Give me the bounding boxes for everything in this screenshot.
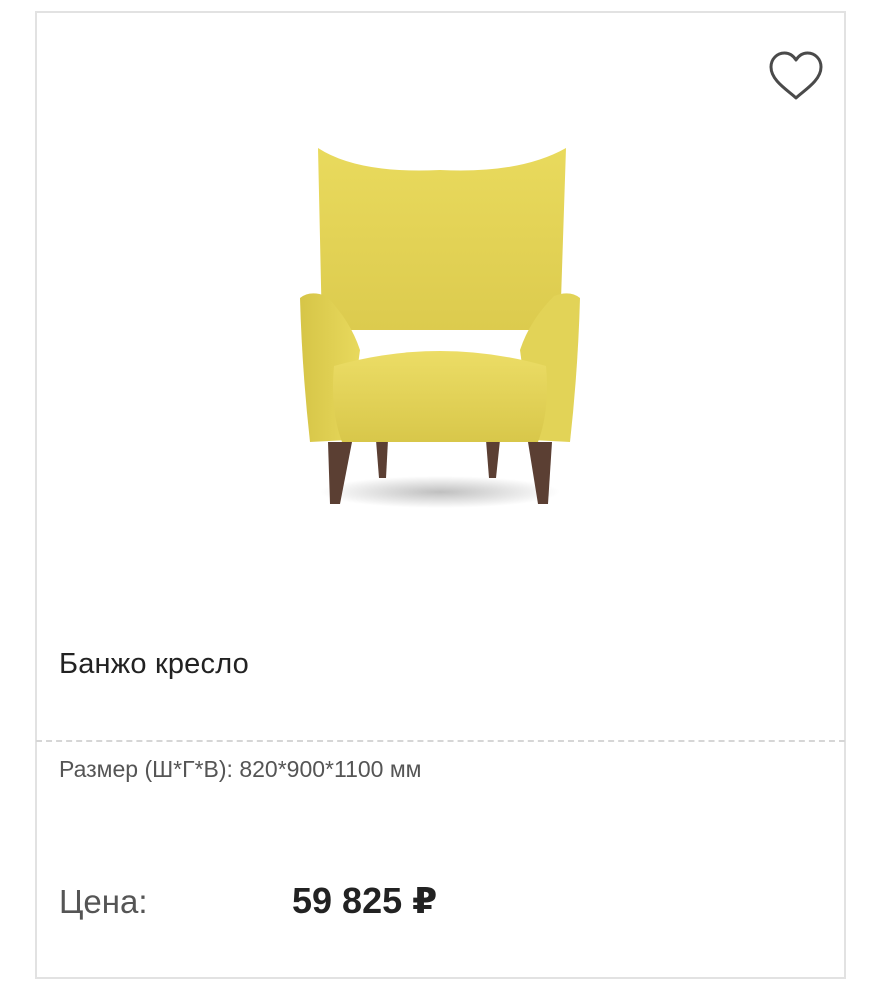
- divider: [36, 740, 845, 742]
- size-spec-label: Размер (Ш*Г*В):: [59, 756, 233, 782]
- product-image[interactable]: [270, 130, 610, 520]
- size-spec: Размер (Ш*Г*В): 820*900*1100 мм: [59, 756, 421, 783]
- price-value: 59 825 ₽: [292, 880, 438, 921]
- armchair-icon: [300, 148, 580, 508]
- product-title[interactable]: Банжо кресло: [59, 648, 249, 681]
- size-spec-value: 820*900*1100 мм: [239, 756, 422, 782]
- price-label: Цена:: [59, 883, 148, 920]
- heart-icon: [769, 51, 823, 100]
- favorite-button[interactable]: [767, 50, 825, 102]
